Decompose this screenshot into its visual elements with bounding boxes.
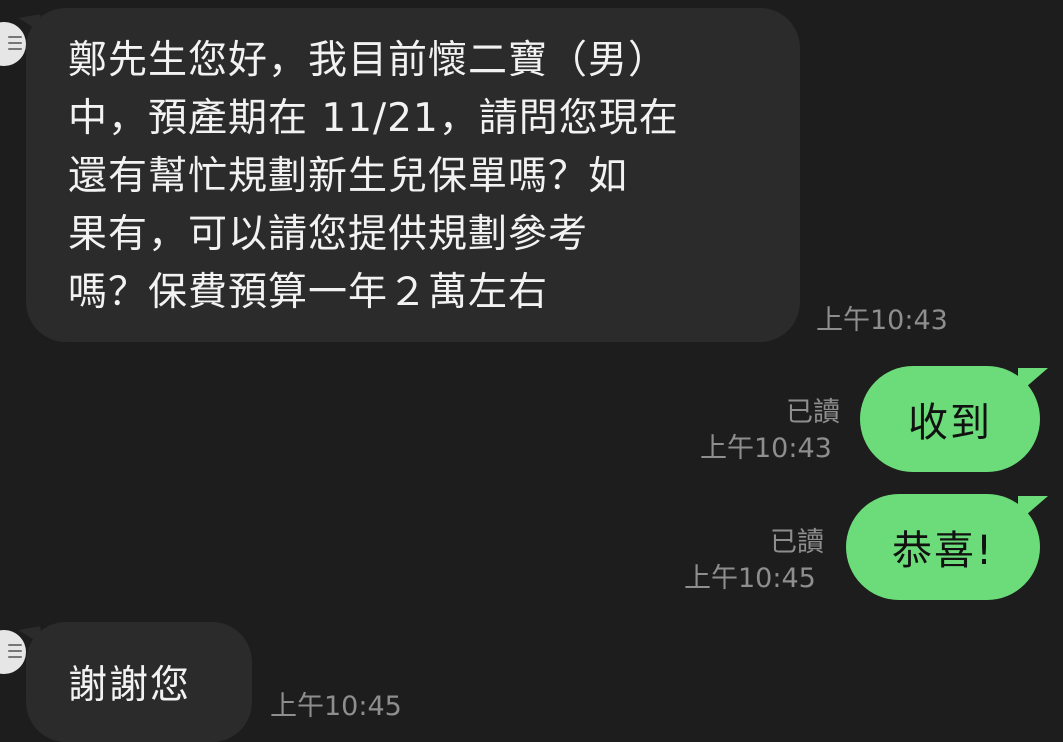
outgoing-bubble-tail — [1018, 368, 1048, 394]
outgoing-message-bubble[interactable]: 收到 — [860, 366, 1040, 472]
read-receipt: 已讀 — [786, 397, 840, 428]
incoming-message-bubble[interactable]: 謝謝您 — [26, 622, 252, 742]
outgoing-message-text: 恭喜! — [891, 528, 995, 574]
message-timestamp: 上午10:45 — [270, 691, 402, 722]
outgoing-message-text: 收到 — [908, 400, 992, 446]
message-timestamp: 上午10:43 — [700, 433, 832, 464]
message-timestamp: 上午10:45 — [684, 563, 816, 594]
message-timestamp: 上午10:43 — [816, 305, 948, 336]
incoming-message-text: 鄭先生您好，我目前懷二寶（男） 中，預產期在 11/21，請問您現在 還有幫忙規… — [68, 38, 679, 315]
incoming-message-text: 謝謝您 — [68, 663, 192, 708]
incoming-message-bubble[interactable]: 鄭先生您好，我目前懷二寶（男） 中，預產期在 11/21，請問您現在 還有幫忙規… — [26, 8, 800, 342]
outgoing-bubble-tail — [1018, 496, 1048, 522]
outgoing-message-bubble[interactable]: 恭喜! — [846, 494, 1040, 600]
read-receipt: 已讀 — [770, 527, 824, 558]
